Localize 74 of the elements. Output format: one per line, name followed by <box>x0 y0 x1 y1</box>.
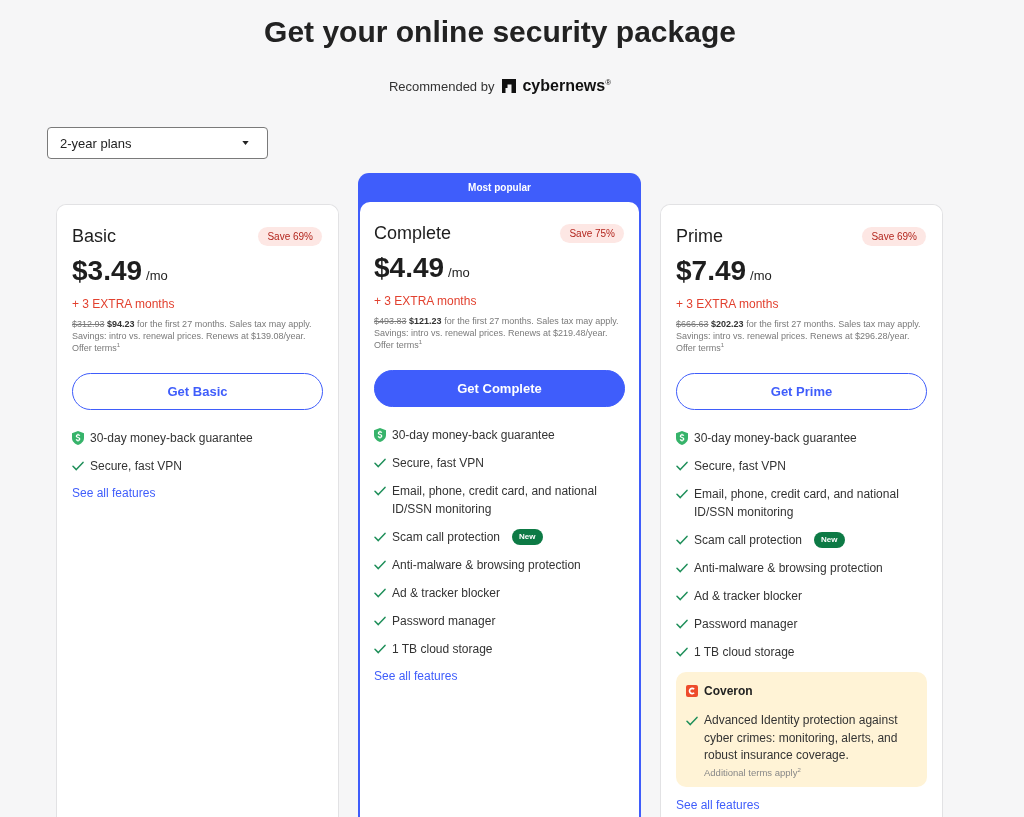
extra-months: + 3 EXTRA months <box>374 293 478 309</box>
recommended-label: Recommended by <box>388 78 495 94</box>
shield-icon <box>676 431 688 445</box>
plan-price: $7.49 <box>676 255 747 287</box>
extra-months: + 3 EXTRA months <box>676 296 780 312</box>
caret-icon <box>242 141 249 145</box>
page-title: Get your online security package <box>264 14 736 50</box>
new-tag: New <box>814 532 845 548</box>
see-all-features-link[interactable]: See all features <box>374 669 458 684</box>
feature-text: Ad & tracker blocker <box>694 588 803 605</box>
check-icon <box>686 716 698 726</box>
price-unit: /mo <box>750 268 772 283</box>
check-icon <box>374 486 386 496</box>
logo-icon <box>502 79 517 93</box>
feature-text: 30-day money-back guarantee <box>90 430 253 447</box>
extra-months: + 3 EXTRA months <box>72 296 176 312</box>
feature-text: Anti-malware & browsing protection <box>694 560 883 577</box>
plan-name: Basic <box>72 225 116 247</box>
addon-note: Additional terms apply$^{2}$ <box>704 765 802 779</box>
feature-text: Advanced Identity protection against cyber crimes: monitoring, alerts, and robust insurance coverage. <box>704 712 899 764</box>
feature-text: Scam call protection <box>694 532 803 549</box>
check-icon <box>374 644 386 654</box>
plan-price: $4.49 <box>374 252 445 284</box>
feature-text: Password manager <box>694 616 798 633</box>
feature-text: 30-day money-back guarantee <box>694 430 857 447</box>
price-unit: /mo <box>448 265 470 280</box>
savings-tag: Save 75% <box>560 223 624 243</box>
check-icon <box>374 458 386 468</box>
shield-icon <box>374 428 386 442</box>
feature-text: Password manager <box>392 613 496 630</box>
plan-select[interactable]: 2-year plans <box>47 127 268 159</box>
brand-name: cybernews$^{®}$ <box>522 77 612 95</box>
check-icon <box>374 560 386 570</box>
feature-text: Ad & tracker blocker <box>392 585 501 602</box>
feature-text: Secure, fast VPN <box>694 458 787 475</box>
check-icon <box>72 461 84 471</box>
logo-icon <box>686 685 698 697</box>
check-icon <box>676 619 688 629</box>
price-terms: $312.93 $94.23 for the first 27 months. Sales tax may apply. Savings: intro vs. renewal prices. Renews at $139.08/year. Offer terms$^{1}$ <box>72 318 313 354</box>
feature-text: Scam call protection <box>392 529 501 546</box>
shield-icon <box>72 431 84 445</box>
check-icon <box>676 647 688 657</box>
get-plan-button[interactable]: Get Prime <box>676 373 927 410</box>
plan-name: Prime <box>676 225 723 247</box>
price-unit: /mo <box>146 268 168 283</box>
check-icon <box>676 461 688 471</box>
feature-text: Secure, fast VPN <box>392 455 485 472</box>
feature-text: 30-day money-back guarantee <box>392 427 555 444</box>
plan-price: $3.49 <box>72 255 143 287</box>
get-plan-button[interactable]: Get Complete <box>374 370 625 407</box>
savings-tag: Save 69% <box>862 226 926 246</box>
ribbon-label: Most popular <box>467 181 532 195</box>
see-all-features-link[interactable]: See all features <box>676 797 760 813</box>
check-icon <box>676 591 688 601</box>
check-icon <box>676 563 688 573</box>
feature-text: Email, phone, credit card, and national ID/SSN monitoring <box>694 486 900 521</box>
check-icon <box>676 489 688 499</box>
new-tag: New <box>512 529 543 545</box>
see-all-features-link[interactable]: See all features <box>72 486 156 501</box>
check-icon <box>374 532 386 542</box>
addon-name: Coveron <box>704 684 753 698</box>
savings-tag: Save 69% <box>258 226 322 246</box>
price-terms: $493.83 $121.23 for the first 27 months. Sales tax may apply. Savings: intro vs. renewal prices. Renews at $219.48/year. Offer terms$^{1}$ <box>374 315 620 351</box>
price-terms: $666.63 $202.23 for the first 27 months. Sales tax may apply. Savings: intro vs. renewal prices. Renews at $296.28/year. Offer terms$^{1}$ <box>676 318 922 354</box>
check-icon <box>676 535 688 545</box>
feature-text: Email, phone, credit card, and national ID/SSN monitoring <box>392 483 598 518</box>
feature-text: 1 TB cloud storage <box>392 641 493 658</box>
feature-text: Secure, fast VPN <box>90 458 183 475</box>
feature-text: Anti-malware & browsing protection <box>392 557 581 574</box>
check-icon <box>374 588 386 598</box>
get-plan-button[interactable]: Get Basic <box>72 373 323 410</box>
check-icon <box>374 616 386 626</box>
feature-text: 1 TB cloud storage <box>694 644 795 661</box>
plan-name: Complete <box>374 222 452 244</box>
